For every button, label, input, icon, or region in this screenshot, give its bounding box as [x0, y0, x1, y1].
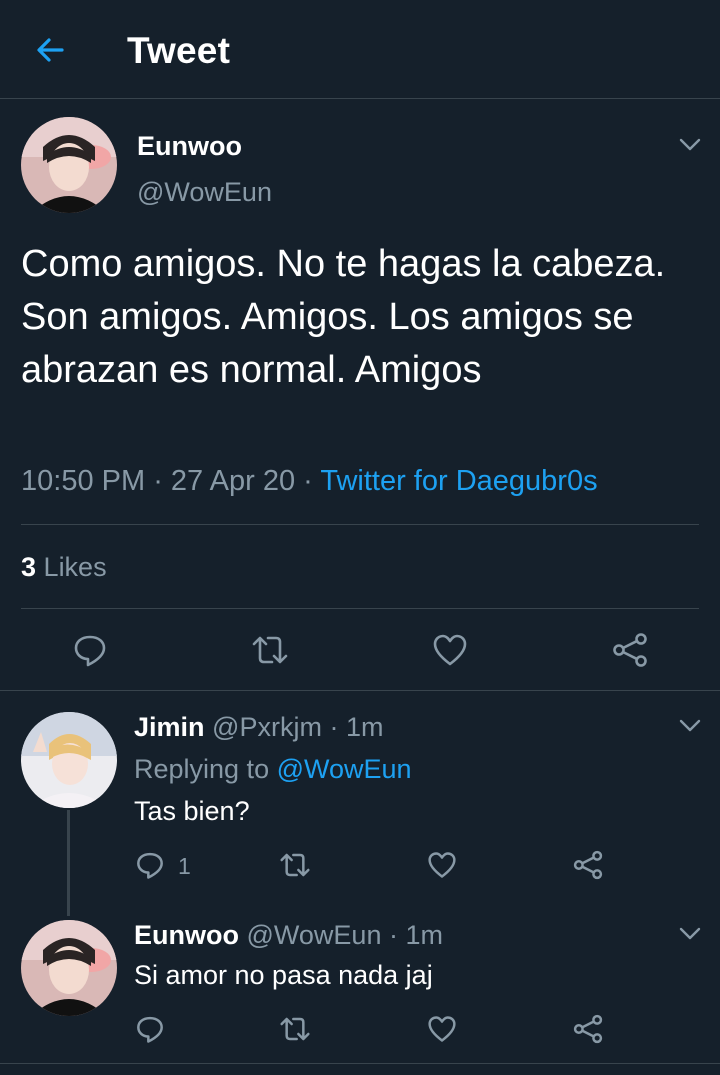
retweet-icon[interactable]: [250, 630, 290, 670]
tweet-detail-screen: Tweet Eunwoo @WowEun Como amigos. No te …: [0, 0, 720, 1075]
divider: [21, 608, 699, 609]
like-icon[interactable]: [425, 848, 459, 882]
thread-line: [67, 810, 70, 916]
top-bar: Tweet: [0, 0, 720, 99]
author-name[interactable]: Eunwoo: [137, 131, 242, 162]
author-handle[interactable]: @WowEun: [137, 177, 272, 208]
chevron-down-icon[interactable]: [676, 920, 704, 948]
reply-icon[interactable]: [133, 848, 167, 882]
tweet-source-link[interactable]: Twitter for Daegubr0s: [320, 465, 597, 497]
meta-separator: ·: [303, 465, 321, 497]
meta-separator: ·: [388, 920, 406, 950]
arrow-left-icon[interactable]: [30, 30, 70, 70]
retweet-icon[interactable]: [278, 1012, 312, 1046]
reply-text: Tas bien?: [134, 796, 250, 826]
divider: [21, 524, 699, 525]
replying-to: Replying to @WowEun: [134, 754, 412, 785]
avatar[interactable]: [21, 712, 117, 808]
divider: [0, 1063, 720, 1064]
meta-separator: ·: [329, 712, 346, 742]
avatar[interactable]: [21, 117, 117, 213]
chevron-down-icon[interactable]: [676, 131, 704, 159]
reply-author-name[interactable]: Jimin: [134, 712, 205, 742]
likes-summary[interactable]: 3 Likes: [21, 552, 107, 583]
chevron-down-icon[interactable]: [676, 712, 704, 740]
replying-label: Replying to: [134, 754, 270, 784]
reply-time: 1m: [345, 712, 384, 742]
likes-label: Likes: [43, 552, 107, 582]
meta-separator: ·: [153, 465, 171, 497]
retweet-icon[interactable]: [278, 848, 312, 882]
reply-header: Eunwoo @WowEun · 1m: [134, 920, 443, 951]
tweet-text: Como amigos. No te hagas la cabeza. Son …: [21, 243, 666, 391]
reply-icon[interactable]: [133, 1012, 167, 1046]
reply-text: Si amor no pasa nada jaj: [134, 960, 433, 990]
replying-mention[interactable]: @WowEun: [277, 754, 412, 784]
tweet-date: 27 Apr 20: [170, 465, 296, 497]
like-icon[interactable]: [430, 630, 470, 670]
reply-count: 1: [178, 853, 191, 879]
reply-author-name[interactable]: Eunwoo: [134, 920, 239, 950]
divider: [0, 690, 720, 691]
share-icon[interactable]: [571, 1012, 605, 1046]
share-icon[interactable]: [571, 848, 605, 882]
reply-time: 1m: [405, 920, 443, 950]
tweet-meta: 10:50 PM · 27 Apr 20 · Twitter for Daegu…: [21, 465, 598, 498]
reply-icon[interactable]: [70, 630, 110, 670]
like-icon[interactable]: [425, 1012, 459, 1046]
likes-count: 3: [21, 552, 37, 582]
reply-author-handle[interactable]: @Pxrkjm: [212, 712, 322, 742]
page-title: Tweet: [127, 30, 231, 71]
reply-author-handle[interactable]: @WowEun: [247, 920, 382, 950]
share-icon[interactable]: [610, 630, 650, 670]
avatar[interactable]: [21, 920, 117, 1016]
reply-header: Jimin @Pxrkjm · 1m: [134, 712, 383, 743]
tweet-time: 10:50 PM: [21, 465, 146, 497]
